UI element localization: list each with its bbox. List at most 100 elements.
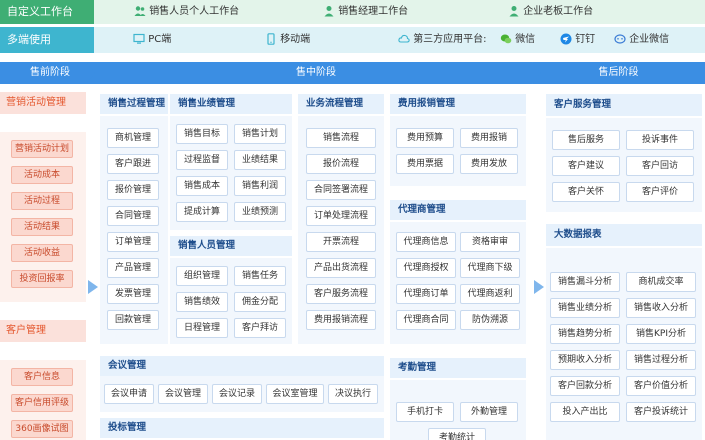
monitor-icon [133, 33, 145, 44]
boss-icon [509, 6, 519, 17]
stage-post-sales: 售后阶段 [532, 62, 705, 84]
service-item: 投诉事件 [626, 130, 694, 150]
expense-item: 费用票据 [396, 154, 454, 174]
agent-panel: 代理商信息 资格审审 代理商授权 代理商下级 代理商订单 代理商返利 代理商合同… [390, 222, 526, 344]
bigdata-item: 客户回款分析 [550, 376, 620, 396]
workflow-item: 产品出货流程 [306, 258, 376, 278]
sales-process-panel: 商机管理 客户跟进 报价管理 合同管理 订单管理 产品管理 发票管理 回款管理 [100, 116, 168, 344]
bigdata-item: 销售KPI分析 [626, 324, 696, 344]
agent-header: 代理商管理 [390, 200, 526, 220]
staff-item: 销售绩效 [176, 292, 228, 312]
service-item: 客户关怀 [552, 182, 620, 202]
sales-process-item: 合同管理 [107, 206, 159, 226]
agent-item: 代理商授权 [396, 258, 456, 278]
meeting-item: 会议申请 [104, 384, 154, 404]
sales-process-item: 回款管理 [107, 310, 159, 330]
workflow-item: 订单处理流程 [306, 206, 376, 226]
marketing-item: 营销活动计划 [11, 140, 73, 158]
meeting-item: 会议记录 [212, 384, 262, 404]
marketing-panel: 营销活动计划 活动成本 活动过程 活动结果 活动收益 投资回报率 [0, 132, 86, 302]
customer-item: 360画像试图 [11, 420, 73, 438]
workbench-item-boss-label: 企业老板工作台 [523, 6, 594, 17]
service-item: 售后服务 [552, 130, 620, 150]
sales-process-item: 发票管理 [107, 284, 159, 304]
dingtalk-icon [560, 33, 572, 45]
flow-arrow-right [534, 280, 544, 294]
multi-platform-row-label: 多端使用 [0, 27, 94, 53]
workbench-row: 自定义工作台 销售人员个人工作台 销售经理工作台 企业老板工作台 [0, 0, 705, 24]
staff-item: 佣金分配 [234, 292, 286, 312]
expense-item: 费用预算 [396, 128, 454, 148]
customer-item: 客户信息 [11, 368, 73, 386]
customer-header: 客户管理 [0, 320, 86, 342]
attendance-panel: 手机打卡 外勤管理 考勤统计 [390, 380, 526, 440]
agent-item: 代理商订单 [396, 284, 456, 304]
workflow-header: 业务流程管理 [298, 94, 384, 114]
attendance-item: 外勤管理 [460, 402, 518, 422]
performance-item: 销售计划 [234, 124, 286, 144]
meeting-item: 会议室管理 [266, 384, 324, 404]
platform-pc: PC端 [133, 33, 171, 47]
service-item: 客户评价 [626, 182, 694, 202]
bigdata-item: 预期收入分析 [550, 350, 620, 370]
agent-item: 资格审审 [460, 232, 520, 252]
marketing-item: 活动结果 [11, 218, 73, 236]
multi-platform-row: 多端使用 PC端 移动端 第三方应用平台: 微信 钉钉 企业微信 [0, 27, 705, 53]
performance-item: 提成计算 [176, 202, 228, 222]
bigdata-item: 销售趋势分析 [550, 324, 620, 344]
meeting-panel: 会议申请 会议管理 会议记录 会议室管理 决议执行 [100, 376, 384, 412]
bigdata-item: 客户价值分析 [626, 376, 696, 396]
platform-third-party: 第三方应用平台: [398, 33, 487, 47]
customer-item: 客户信用评级 [11, 394, 73, 412]
performance-item: 业绩预测 [234, 202, 286, 222]
staff-item: 销售任务 [234, 266, 286, 286]
bidding-header: 投标管理 [100, 418, 384, 438]
service-panel: 售后服务 投诉事件 客户建议 客户回访 客户关怀 客户评价 [546, 118, 702, 212]
bigdata-item: 销售收入分析 [626, 298, 696, 318]
service-item: 客户建议 [552, 156, 620, 176]
workbench-item-manager-label: 销售经理工作台 [338, 6, 409, 17]
service-item: 客户回访 [626, 156, 694, 176]
performance-item: 业绩结果 [234, 150, 286, 170]
workbench-item-personal: 销售人员个人工作台 [134, 5, 239, 19]
platform-dingtalk-label: 钉钉 [575, 34, 596, 45]
attendance-header: 考勤管理 [390, 358, 526, 378]
platform-wechat: 微信 [500, 33, 535, 47]
platform-mobile: 移动端 [265, 33, 310, 47]
workflow-panel: 销售流程 报价流程 合同签署流程 订单处理流程 开票流程 产品出货流程 客户服务… [298, 116, 384, 344]
bigdata-item: 客户投诉统计 [626, 402, 696, 422]
person-icon [324, 6, 334, 17]
workflow-item: 费用报销流程 [306, 310, 376, 330]
service-header: 客户服务管理 [546, 94, 702, 116]
meeting-item: 会议管理 [158, 384, 208, 404]
staff-header: 销售人员管理 [170, 236, 292, 256]
platform-wework-label: 企业微信 [629, 34, 670, 45]
expense-panel: 费用预算 费用报销 费用票据 费用发放 [390, 116, 526, 186]
flow-arrow-left [88, 280, 98, 294]
people-icon [134, 6, 146, 16]
sales-process-item: 产品管理 [107, 258, 159, 278]
performance-item: 过程监督 [176, 150, 228, 170]
bigdata-item: 商机成交率 [626, 272, 696, 292]
sales-process-item: 商机管理 [107, 128, 159, 148]
wework-icon [614, 34, 626, 44]
workbench-item-boss: 企业老板工作台 [508, 5, 593, 19]
stage-pre-sales: 售前阶段 [0, 62, 100, 84]
phone-icon [267, 33, 275, 45]
meeting-item: 决议执行 [328, 384, 378, 404]
performance-header: 销售业绩管理 [170, 94, 292, 114]
agent-item: 代理商下级 [460, 258, 520, 278]
platform-wework: 企业微信 [614, 33, 669, 47]
workflow-item: 开票流程 [306, 232, 376, 252]
sales-process-item: 客户跟进 [107, 154, 159, 174]
cloud-icon [398, 34, 410, 43]
attendance-item: 考勤统计 [428, 428, 486, 440]
workbench-item-personal-label: 销售人员个人工作台 [149, 6, 240, 17]
platform-dingtalk: 钉钉 [560, 33, 595, 47]
customer-panel: 客户信息 客户信用评级 360画像试图 [0, 360, 86, 440]
agent-item: 防伪溯源 [460, 310, 520, 330]
sales-process-header: 销售过程管理 [100, 94, 168, 114]
expense-header: 费用报销管理 [390, 94, 526, 114]
marketing-item: 投资回报率 [11, 270, 73, 288]
crm-architecture-diagram: 自定义工作台 销售人员个人工作台 销售经理工作台 企业老板工作台 多端使用 PC… [0, 0, 705, 440]
